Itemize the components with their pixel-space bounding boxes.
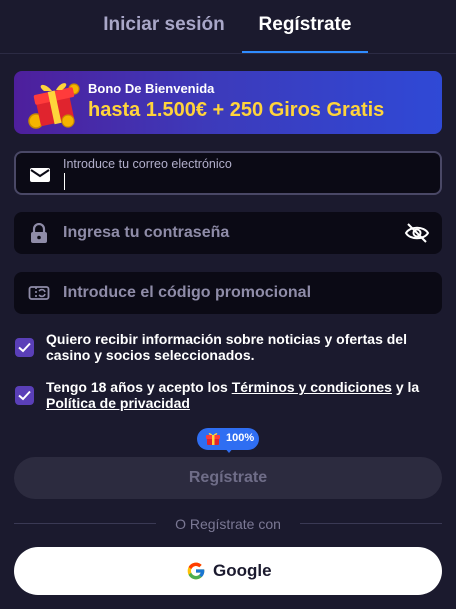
eye-off-icon[interactable]: [404, 221, 430, 245]
google-button-label: Google: [213, 561, 272, 580]
checkmark-icon: [18, 390, 31, 401]
promo-code-field[interactable]: Introduce el código promocional: [14, 272, 442, 314]
envelope-icon: [30, 168, 50, 182]
register-submit-button[interactable]: Regístrate: [14, 457, 442, 499]
terms-consent-checkbox[interactable]: [15, 386, 34, 405]
google-icon: [187, 562, 205, 580]
tab-login[interactable]: Iniciar sesión: [92, 14, 236, 36]
google-signup-button[interactable]: Google: [14, 547, 442, 595]
terms-link[interactable]: Términos y condiciones: [232, 379, 392, 395]
gift-icon: [206, 433, 220, 445]
auth-tabs: Iniciar sesión Regístrate: [0, 0, 456, 54]
social-divider-text: O Regístrate con: [175, 516, 281, 532]
promo-code-placeholder: Introduce el código promocional: [63, 284, 312, 301]
terms-middle: y la: [391, 379, 420, 395]
gift-icon: [28, 83, 80, 129]
divider-line-right: [300, 523, 442, 524]
password-field[interactable]: Ingresa tu contraseña: [14, 212, 442, 254]
lock-icon: [31, 223, 47, 243]
email-field[interactable]: Introduce tu correo electrónico: [14, 151, 442, 195]
active-tab-indicator: [242, 51, 368, 53]
text-caret: [64, 173, 65, 190]
password-placeholder: Ingresa tu contraseña: [63, 224, 230, 241]
tab-register[interactable]: Regístrate: [242, 14, 368, 36]
divider-line-left: [14, 523, 156, 524]
privacy-link[interactable]: Política de privacidad: [46, 395, 190, 411]
ticket-icon: [28, 286, 50, 300]
terms-consent-text: Tengo 18 años y acepto los Términos y co…: [46, 379, 442, 411]
email-field-label: Introduce tu correo electrónico: [63, 157, 232, 171]
marketing-consent-text: Quiero recibir información sobre noticia…: [46, 331, 407, 363]
badge-pointer: [224, 447, 234, 453]
marketing-consent-checkbox[interactable]: [15, 338, 34, 357]
bonus-title: Bono De Bienvenida: [88, 81, 215, 96]
terms-prefix: Tengo 18 años y acepto los: [46, 379, 232, 395]
checkmark-icon: [18, 342, 31, 353]
bonus-progress-value: 100%: [226, 432, 255, 444]
welcome-bonus-banner: Bono De Bienvenida hasta 1.500€ + 250 Gi…: [14, 71, 442, 134]
bonus-amount: hasta 1.500€ + 250 Giros Gratis: [88, 99, 385, 121]
